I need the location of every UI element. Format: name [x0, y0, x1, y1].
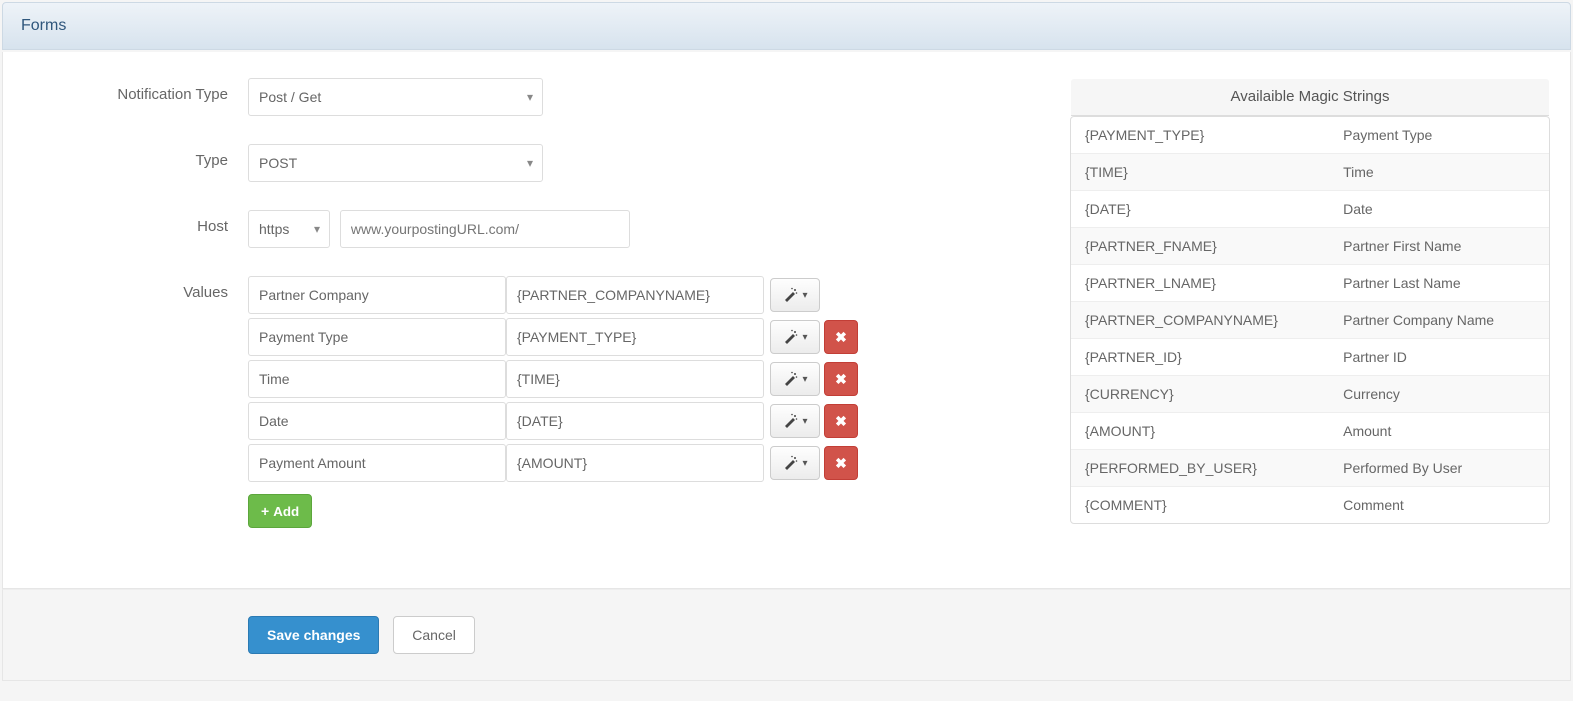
chevron-down-icon: ▾: [802, 458, 807, 469]
close-icon: ✖: [835, 329, 847, 346]
magic-string-row: {PARTNER_COMPANYNAME}Partner Company Nam…: [1071, 301, 1549, 338]
value-name-input[interactable]: [248, 444, 506, 482]
value-token-input[interactable]: [506, 360, 764, 398]
magic-wand-button[interactable]: ▾: [770, 320, 820, 354]
value-token-input[interactable]: [506, 318, 764, 356]
page-title: Forms: [21, 17, 66, 34]
chevron-down-icon: ▾: [802, 416, 807, 427]
wand-icon: [782, 371, 798, 387]
magic-token: {CURRENCY}: [1071, 375, 1329, 412]
row-values: Values ▾▾✖▾✖▾✖▾✖ + Add: [23, 276, 1040, 528]
magic-wand-button[interactable]: ▾: [770, 278, 820, 312]
save-button[interactable]: Save changes: [248, 616, 379, 654]
label-notification-type: Notification Type: [23, 78, 248, 116]
magic-strings-title: Availaible Magic Strings: [1070, 78, 1550, 116]
row-type: Type POST: [23, 144, 1040, 182]
notification-type-select[interactable]: Post / Get: [248, 78, 543, 116]
wand-icon: [782, 455, 798, 471]
magic-token: {PARTNER_FNAME}: [1071, 227, 1329, 264]
magic-wand-button[interactable]: ▾: [770, 446, 820, 480]
close-icon: ✖: [835, 455, 847, 472]
form-column: Notification Type Post / Get Type POST: [23, 78, 1040, 528]
wand-icon: [782, 287, 798, 303]
magic-string-row: {CURRENCY}Currency: [1071, 375, 1549, 412]
magic-description: Amount: [1329, 412, 1549, 449]
magic-token: {AMOUNT}: [1071, 412, 1329, 449]
value-token-input[interactable]: [506, 276, 764, 314]
magic-string-row: {PAYMENT_TYPE}Payment Type: [1071, 117, 1549, 153]
delete-value-button[interactable]: ✖: [824, 320, 858, 354]
magic-token: {PERFORMED_BY_USER}: [1071, 449, 1329, 486]
magic-description: Partner ID: [1329, 338, 1549, 375]
magic-token: {PARTNER_ID}: [1071, 338, 1329, 375]
magic-token: {DATE}: [1071, 190, 1329, 227]
chevron-down-icon: ▾: [802, 332, 807, 343]
value-row: ▾✖: [248, 444, 1040, 482]
value-token-input[interactable]: [506, 444, 764, 482]
value-row: ▾✖: [248, 318, 1040, 356]
magic-description: Partner Last Name: [1329, 264, 1549, 301]
magic-string-row: {PARTNER_ID}Partner ID: [1071, 338, 1549, 375]
magic-string-row: {TIME}Time: [1071, 153, 1549, 190]
magic-description: Date: [1329, 190, 1549, 227]
magic-token: {PARTNER_LNAME}: [1071, 264, 1329, 301]
wand-icon: [782, 329, 798, 345]
value-name-input[interactable]: [248, 402, 506, 440]
value-row: ▾: [248, 276, 1040, 314]
magic-token: {PAYMENT_TYPE}: [1071, 117, 1329, 153]
value-row: ▾✖: [248, 402, 1040, 440]
chevron-down-icon: ▾: [802, 374, 807, 385]
value-name-input[interactable]: [248, 276, 506, 314]
magic-token: {COMMENT}: [1071, 486, 1329, 523]
magic-wand-button[interactable]: ▾: [770, 404, 820, 438]
value-row: ▾✖: [248, 360, 1040, 398]
footer-actions: Save changes Cancel: [2, 589, 1571, 681]
wand-icon: [782, 413, 798, 429]
value-token-input[interactable]: [506, 402, 764, 440]
magic-string-row: {PARTNER_LNAME}Partner Last Name: [1071, 264, 1549, 301]
magic-wand-button[interactable]: ▾: [770, 362, 820, 396]
plus-icon: +: [261, 503, 269, 519]
magic-token: {PARTNER_COMPANYNAME}: [1071, 301, 1329, 338]
sidebar-column: Availaible Magic Strings {PAYMENT_TYPE}P…: [1070, 78, 1550, 524]
delete-value-button[interactable]: ✖: [824, 446, 858, 480]
value-name-input[interactable]: [248, 360, 506, 398]
delete-value-button[interactable]: ✖: [824, 404, 858, 438]
magic-string-row: {AMOUNT}Amount: [1071, 412, 1549, 449]
values-list: ▾▾✖▾✖▾✖▾✖: [248, 276, 1040, 482]
host-protocol-select[interactable]: https: [248, 210, 330, 248]
label-host: Host: [23, 210, 248, 248]
magic-description: Performed By User: [1329, 449, 1549, 486]
main-content: Notification Type Post / Get Type POST: [2, 52, 1571, 589]
close-icon: ✖: [835, 413, 847, 430]
magic-strings-table: Availaible Magic Strings {PAYMENT_TYPE}P…: [1070, 78, 1550, 524]
row-notification-type: Notification Type Post / Get: [23, 78, 1040, 116]
value-name-input[interactable]: [248, 318, 506, 356]
label-type: Type: [23, 144, 248, 182]
magic-string-row: {DATE}Date: [1071, 190, 1549, 227]
magic-description: Payment Type: [1329, 117, 1549, 153]
magic-description: Time: [1329, 153, 1549, 190]
delete-value-button[interactable]: ✖: [824, 362, 858, 396]
row-host: Host https: [23, 210, 1040, 248]
magic-description: Partner Company Name: [1329, 301, 1549, 338]
magic-string-row: {PARTNER_FNAME}Partner First Name: [1071, 227, 1549, 264]
type-select[interactable]: POST: [248, 144, 543, 182]
label-values: Values: [23, 276, 248, 528]
page-header: Forms: [2, 2, 1571, 50]
cancel-button[interactable]: Cancel: [393, 616, 475, 654]
magic-description: Comment: [1329, 486, 1549, 523]
magic-string-row: {COMMENT}Comment: [1071, 486, 1549, 523]
add-label: Add: [273, 504, 299, 519]
magic-description: Partner First Name: [1329, 227, 1549, 264]
chevron-down-icon: ▾: [802, 290, 807, 301]
magic-string-row: {PERFORMED_BY_USER}Performed By User: [1071, 449, 1549, 486]
magic-description: Currency: [1329, 375, 1549, 412]
host-url-input[interactable]: [340, 210, 630, 248]
close-icon: ✖: [835, 371, 847, 388]
magic-token: {TIME}: [1071, 153, 1329, 190]
add-value-button[interactable]: + Add: [248, 494, 312, 528]
